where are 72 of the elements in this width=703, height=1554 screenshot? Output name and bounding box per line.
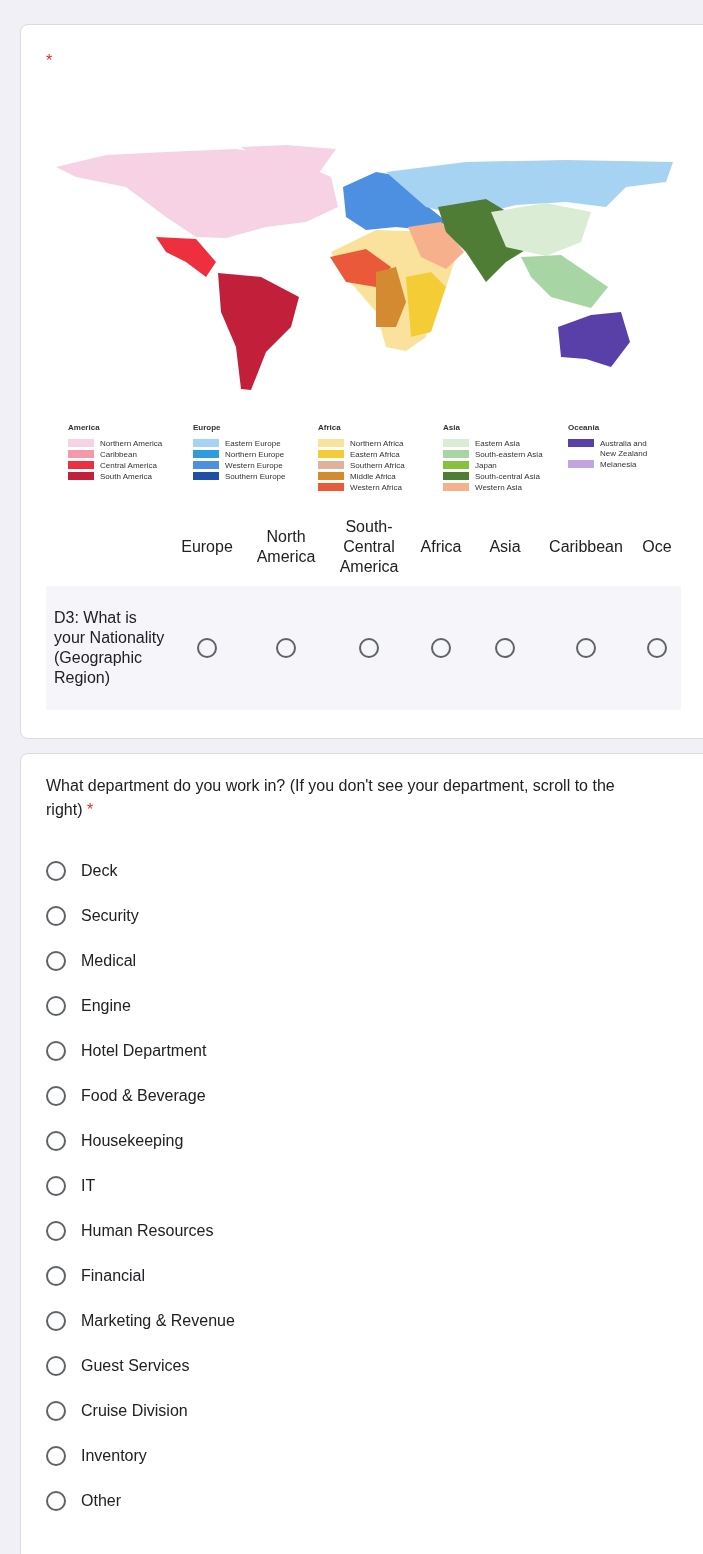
column-header: South-Central America [338,517,400,577]
legend-label: Southern Africa [350,461,406,471]
legend-label: Western Africa [350,483,403,493]
option-label: Engine [81,995,131,1016]
column-header: Africa [420,537,462,557]
column-header: North America [255,527,317,567]
radio-button[interactable] [495,638,515,658]
radio-button[interactable] [46,1400,66,1421]
radio-button[interactable] [46,950,66,971]
column-header: Asia [489,537,521,557]
legend-label: Caribbean [100,450,138,460]
radio-button[interactable] [431,638,451,658]
legend-label: Central America [100,461,158,471]
option-label: Housekeeping [81,1130,184,1151]
legend-label: South America [100,472,154,482]
option-label: Medical [81,950,137,971]
option-label: IT [81,1175,96,1196]
legend-label: South-central Asia [475,472,541,482]
radio-button[interactable] [359,638,379,658]
legend-label: Japan [475,461,498,471]
required-mark: * [46,51,53,71]
radio-button[interactable] [46,905,66,926]
legend-label: Australia and New Zealand [600,439,649,459]
legend-title: Africa [318,423,341,433]
option-label: Human Resources [81,1220,214,1241]
column-header: Europe [181,537,233,557]
legend-label: Western Asia [475,483,523,493]
option-label: Food & Beverage [81,1085,206,1106]
legend-label: Northern Africa [350,439,405,449]
radio-button[interactable] [276,638,296,658]
radio-button[interactable] [46,1085,66,1106]
radio-button[interactable] [647,638,667,658]
legend-title: America [68,423,100,433]
option-label: Guest Services [81,1355,190,1376]
legend-title: Asia [443,423,460,433]
legend-label: Western Europe [225,461,284,471]
legend-label: Eastern Asia [475,439,521,449]
radio-button[interactable] [46,1445,66,1466]
radio-button[interactable] [46,1130,66,1151]
radio-button[interactable] [46,1490,66,1511]
legend-title: Oceania [568,423,600,433]
legend-label: Eastern Africa [350,450,401,460]
radio-button[interactable] [576,638,596,658]
option-label: Other [81,1490,121,1511]
legend-label: South-eastern Asia [475,450,544,460]
legend-label: Northern America [100,439,164,449]
row-label: D3: What is your Nationality (Geographic Region) [53,608,166,688]
radio-button[interactable] [46,1265,66,1286]
option-label: Deck [81,860,118,881]
option-label: Cruise Division [81,1400,188,1421]
legend-label: Melanesia [600,460,638,470]
option-label: Inventory [81,1445,147,1466]
legend-label: Eastern Europe [225,439,282,449]
question-title: What department do you work in? (If you don't see your department, scroll to the right) * [46,776,616,820]
radio-button[interactable] [46,1310,66,1331]
option-label: Financial [81,1265,146,1286]
legend-label: Middle Africa [350,472,397,482]
legend-title: Europe [193,423,221,433]
option-label: Security [81,905,139,926]
radio-button[interactable] [46,1220,66,1241]
radio-button[interactable] [46,1040,66,1061]
radio-button[interactable] [197,638,217,658]
legend-label: Northern Europe [225,450,286,460]
option-label: Hotel Department [81,1040,207,1061]
option-label: Marketing & Revenue [81,1310,235,1331]
radio-button[interactable] [46,1175,66,1196]
column-header: Caribbean [549,537,623,557]
radio-button[interactable] [46,995,66,1016]
legend-label: Southern Europe [225,472,287,482]
radio-button[interactable] [46,860,66,881]
column-header: Oce [642,537,672,557]
radio-button[interactable] [46,1355,66,1376]
